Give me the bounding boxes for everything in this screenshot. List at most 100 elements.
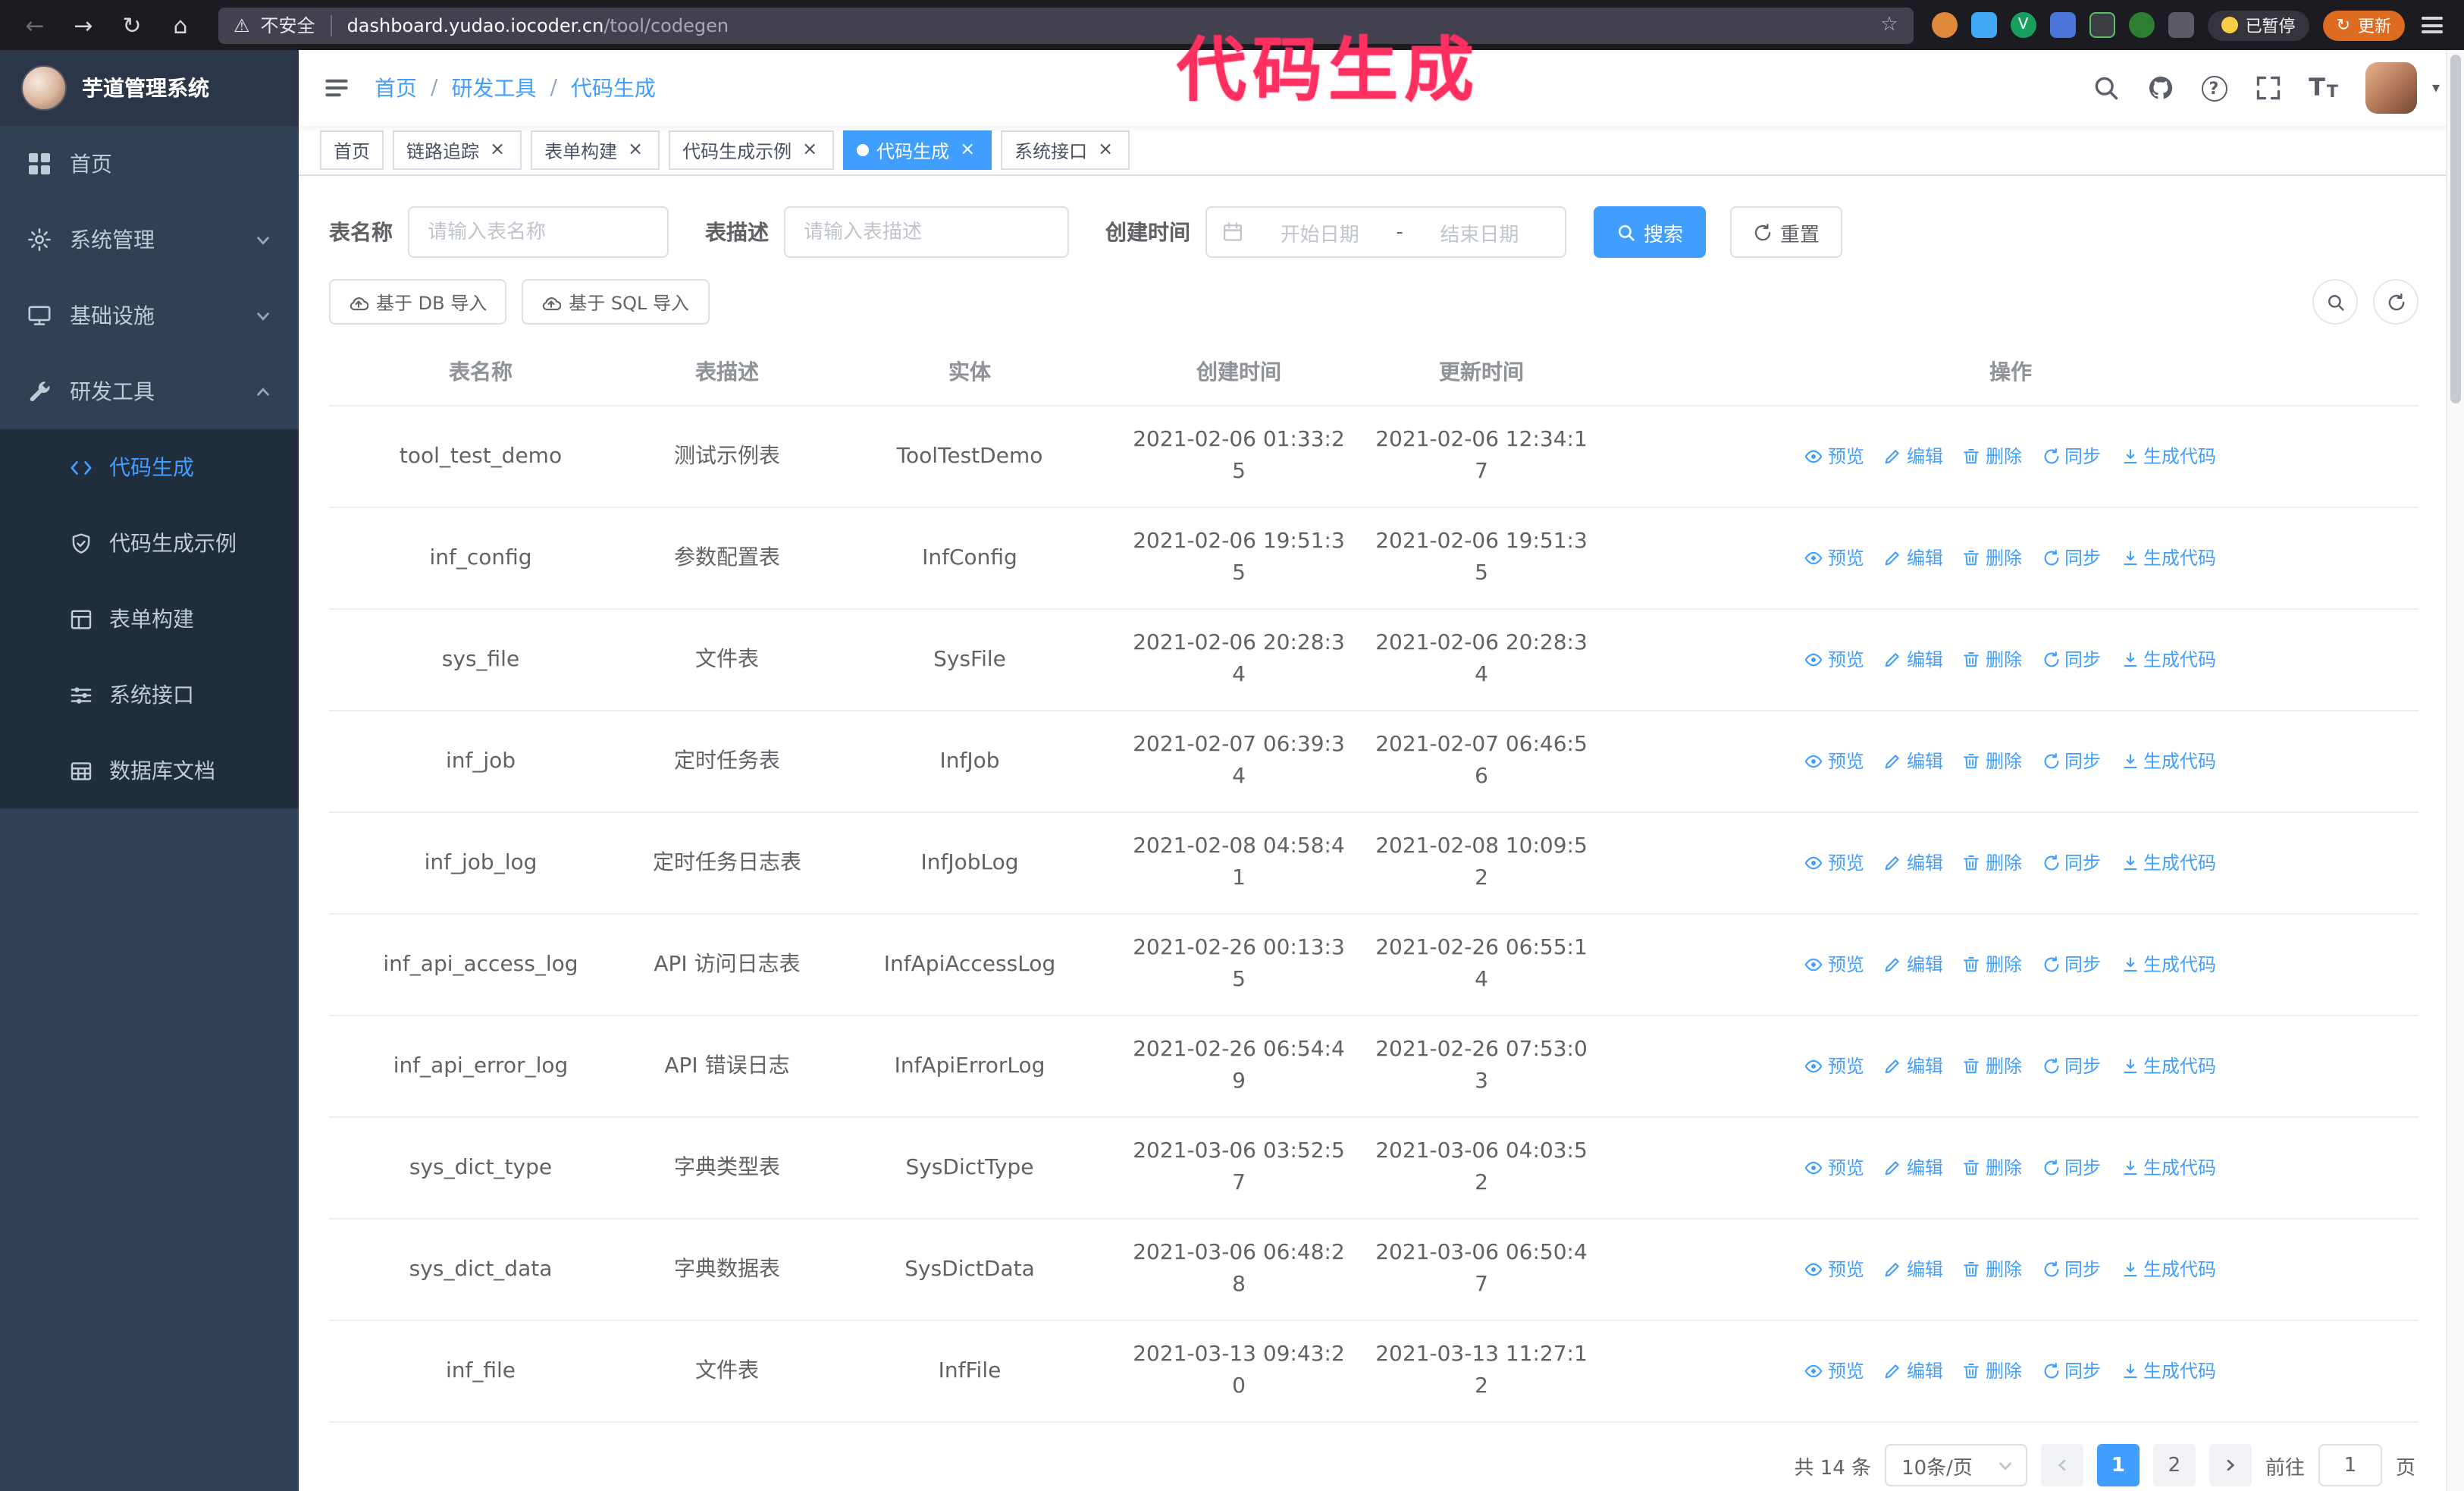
search-button[interactable]: 搜索 [1594,206,1707,258]
page-button-1[interactable]: 1 [2096,1444,2140,1486]
sidebar-item-code-generation-example[interactable]: 代码生成示例 [0,505,299,581]
edit-link[interactable]: 编辑 [1884,847,1943,879]
sync-link[interactable]: 同步 [2042,1050,2101,1082]
preview-link[interactable]: 预览 [1805,1254,1864,1285]
sidebar-item-form-builder[interactable]: 表单构建 [0,581,299,657]
extension-icon[interactable] [2128,12,2155,38]
sync-link[interactable]: 同步 [2042,949,2101,981]
delete-link[interactable]: 删除 [1963,1355,2022,1387]
user-avatar[interactable] [2365,62,2417,114]
sidebar-item-database-doc[interactable]: 数据库文档 [0,733,299,808]
sync-link[interactable]: 同步 [2042,542,2101,574]
sidebar-item-home[interactable]: 首页 [0,126,299,202]
delete-link[interactable]: 删除 [1963,949,2022,981]
extension-icon[interactable] [2049,12,2076,38]
sidebar-item-dev-tools[interactable]: 研发工具 [0,353,299,429]
prev-page-button[interactable] [2040,1444,2083,1486]
edit-link[interactable]: 编辑 [1884,1254,1943,1285]
tab-item[interactable]: 系统接口 × [1001,130,1130,170]
sidebar-item-system-api[interactable]: 系统接口 [0,657,299,733]
delete-link[interactable]: 删除 [1963,1050,2022,1082]
user-menu-caret-icon[interactable]: ▾ [2432,80,2440,96]
preview-link[interactable]: 预览 [1805,441,1864,472]
browser-home-icon[interactable]: ⌂ [161,7,200,43]
delete-link[interactable]: 删除 [1963,847,2022,879]
tab-close-icon[interactable]: × [957,139,978,161]
edit-link[interactable]: 编辑 [1884,441,1943,472]
tab-close-icon[interactable]: × [487,139,508,161]
sync-link[interactable]: 同步 [2042,644,2101,676]
delete-link[interactable]: 删除 [1963,1152,2022,1184]
bookmark-star-icon[interactable]: ☆ [1880,14,1898,36]
tab-item[interactable]: 首页 [320,130,384,170]
scrollbar[interactable] [2446,50,2464,1491]
generate-code-link[interactable]: 生成代码 [2121,847,2216,879]
goto-page-input[interactable] [2318,1444,2382,1486]
create-time-range-picker[interactable]: 开始日期 - 结束日期 [1205,206,1566,258]
scrollbar-thumb[interactable] [2450,55,2461,403]
app-logo[interactable]: 芋道管理系统 [0,50,299,126]
sidebar-item-code-generation[interactable]: 代码生成 [0,429,299,505]
extension-icon[interactable] [1970,12,1997,38]
tab-item[interactable]: 链路追踪 × [393,130,522,170]
sidebar-collapse-icon[interactable] [323,74,350,102]
github-icon[interactable] [2146,74,2174,102]
delete-link[interactable]: 删除 [1963,1254,2022,1285]
edit-link[interactable]: 编辑 [1884,1152,1943,1184]
delete-link[interactable]: 删除 [1963,746,2022,777]
fullscreen-icon[interactable] [2254,74,2281,102]
update-button[interactable]: ↻ 更新 [2322,10,2405,40]
sidebar-item-system[interactable]: 系统管理 [0,202,299,278]
edit-link[interactable]: 编辑 [1884,542,1943,574]
page-size-select[interactable]: 10条/页 [1885,1444,2027,1486]
delete-link[interactable]: 删除 [1963,441,2022,472]
generate-code-link[interactable]: 生成代码 [2121,1355,2216,1387]
breadcrumb-dev-tools[interactable]: 研发工具 [451,73,536,103]
preview-link[interactable]: 预览 [1805,1152,1864,1184]
table-desc-input[interactable] [784,206,1069,258]
preview-link[interactable]: 预览 [1805,542,1864,574]
tab-item[interactable]: 表单构建 × [531,130,660,170]
extension-icon[interactable]: V [2010,12,2036,38]
preview-link[interactable]: 预览 [1805,1355,1864,1387]
address-bar[interactable]: ⚠ 不安全 dashboard.yudao.iocoder.cn/tool/co… [218,7,1914,43]
tab-close-icon[interactable]: × [1095,139,1116,161]
sync-link[interactable]: 同步 [2042,847,2101,879]
import-sql-button[interactable]: 基于 SQL 导入 [522,279,709,325]
extension-icon[interactable] [2168,12,2194,38]
generate-code-link[interactable]: 生成代码 [2121,441,2216,472]
preview-link[interactable]: 预览 [1805,644,1864,676]
reset-button[interactable]: 重置 [1730,206,1843,258]
browser-reload-icon[interactable]: ↻ [112,7,152,43]
sync-link[interactable]: 同步 [2042,1355,2101,1387]
tab-close-icon[interactable]: × [625,139,646,161]
preview-link[interactable]: 预览 [1805,746,1864,777]
generate-code-link[interactable]: 生成代码 [2121,949,2216,981]
preview-link[interactable]: 预览 [1805,1050,1864,1082]
browser-back-icon[interactable]: ← [15,7,55,43]
help-icon[interactable]: ? [2201,75,2227,101]
next-page-button[interactable] [2209,1444,2252,1486]
edit-link[interactable]: 编辑 [1884,746,1943,777]
breadcrumb-home[interactable]: 首页 [375,73,417,103]
generate-code-link[interactable]: 生成代码 [2121,1152,2216,1184]
generate-code-link[interactable]: 生成代码 [2121,644,2216,676]
font-size-icon[interactable]: TT [2309,75,2338,100]
extension-icon[interactable] [1931,12,1958,38]
generate-code-link[interactable]: 生成代码 [2121,1254,2216,1285]
delete-link[interactable]: 删除 [1963,542,2022,574]
tab-item[interactable]: 代码生成示例 × [669,130,835,170]
preview-link[interactable]: 预览 [1805,847,1864,879]
sync-link[interactable]: 同步 [2042,1152,2101,1184]
edit-link[interactable]: 编辑 [1884,1355,1943,1387]
import-db-button[interactable]: 基于 DB 导入 [329,279,507,325]
tab-item-active[interactable]: 代码生成 × [843,130,992,170]
toggle-search-button[interactable] [2312,279,2358,325]
tab-close-icon[interactable]: × [799,139,820,161]
browser-menu-icon[interactable] [2419,10,2446,40]
table-name-input[interactable] [408,206,669,258]
edit-link[interactable]: 编辑 [1884,949,1943,981]
edit-link[interactable]: 编辑 [1884,644,1943,676]
paused-badge[interactable]: 已暂停 [2207,10,2309,40]
sync-link[interactable]: 同步 [2042,746,2101,777]
